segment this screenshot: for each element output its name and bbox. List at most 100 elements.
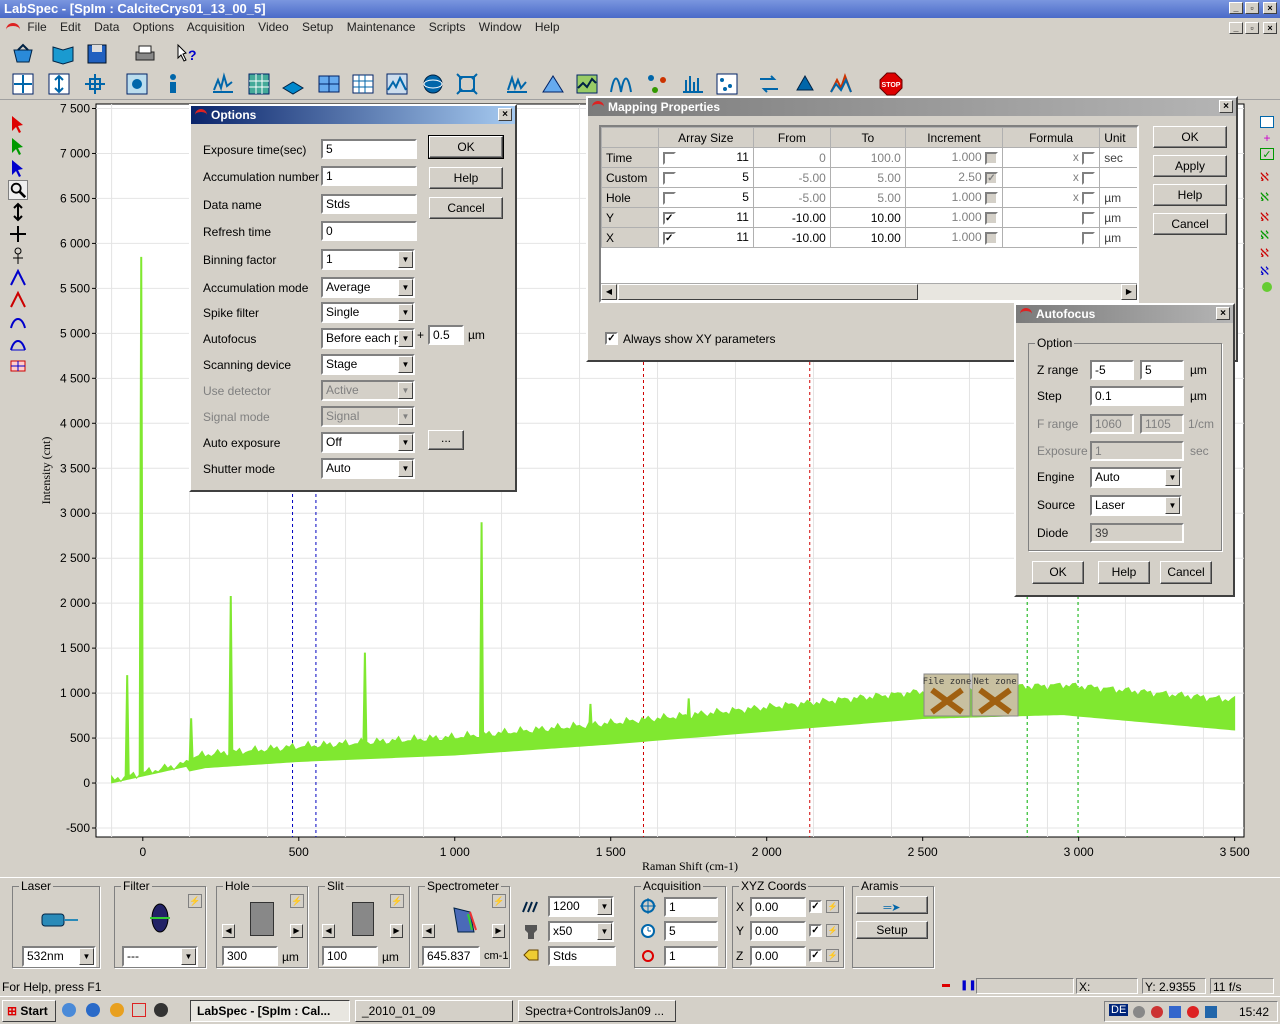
menu-options[interactable]: Options xyxy=(133,20,174,34)
row-formula[interactable] xyxy=(1001,227,1101,248)
mapping-ok-button[interactable]: OK xyxy=(1153,126,1227,148)
expand-frame-icon[interactable] xyxy=(454,71,480,97)
option-input-3[interactable]: 0 xyxy=(321,221,417,241)
menu-help[interactable]: Help xyxy=(535,20,560,34)
fit-red-3-icon[interactable]: ℵ xyxy=(1260,246,1276,260)
open-basket-icon[interactable] xyxy=(10,41,36,67)
sphere-icon[interactable] xyxy=(420,71,446,97)
options-close-button[interactable]: × xyxy=(498,108,512,121)
fit-blue-icon[interactable]: ℵ xyxy=(1260,264,1276,278)
spectrum-zoom-icon[interactable] xyxy=(210,71,236,97)
z-range-to-input[interactable]: 5 xyxy=(1140,360,1184,380)
app-menu-icon[interactable] xyxy=(6,23,20,31)
option-select-8[interactable]: Stage ▼ xyxy=(321,354,415,375)
grating-select[interactable]: 1200 ▼ xyxy=(548,896,614,917)
row-from[interactable]: -5.00 xyxy=(752,187,831,208)
mapping-hscrollbar[interactable]: ◀ ▶ xyxy=(601,283,1137,300)
context-help-icon[interactable]: ? xyxy=(174,41,200,67)
spectrum-peak[interactable] xyxy=(362,652,368,751)
mapping-row[interactable]: Hole 5 -5.00 5.00 1.000 x µm xyxy=(601,187,1137,208)
hole-decrease-button[interactable]: ◀ xyxy=(222,924,235,938)
row-array-size[interactable]: 11 xyxy=(657,147,754,168)
row-to[interactable]: 10.00 xyxy=(829,207,906,228)
quicklaunch-1-icon[interactable] xyxy=(62,1003,76,1017)
row-from[interactable]: 0 xyxy=(752,147,831,168)
scroll-right-button[interactable]: ▶ xyxy=(1121,284,1137,300)
formula-checkbox[interactable] xyxy=(1082,191,1096,205)
menu-file[interactable]: File xyxy=(27,20,46,34)
source-select[interactable]: Laser ▼ xyxy=(1090,495,1182,516)
auto-exposure-settings-button[interactable]: ... xyxy=(428,430,464,450)
option-input-2[interactable]: Stds xyxy=(321,194,417,214)
chevron-down-icon[interactable]: ▼ xyxy=(398,251,413,268)
media-icon[interactable] xyxy=(154,1003,168,1017)
overlay-icon[interactable] xyxy=(828,71,854,97)
map-cross-icon[interactable] xyxy=(10,71,36,97)
row-enable-checkbox[interactable] xyxy=(662,191,676,205)
pointer-green-icon[interactable] xyxy=(8,136,28,156)
pointer-red-icon[interactable] xyxy=(8,114,28,134)
aramis-setup-button[interactable]: Setup xyxy=(856,921,928,939)
tray-3-icon[interactable] xyxy=(1169,1006,1181,1018)
data-name-input[interactable]: Stds xyxy=(548,946,616,966)
formula-checkbox[interactable] xyxy=(1082,151,1096,165)
scroll-left-button[interactable]: ◀ xyxy=(601,284,617,300)
row-increment[interactable]: 2.50 ✓ xyxy=(904,167,1003,188)
move-cross-icon[interactable] xyxy=(8,224,28,244)
paint-icon[interactable] xyxy=(792,71,818,97)
filter-icon[interactable] xyxy=(150,902,170,934)
options-cancel-button[interactable]: Cancel xyxy=(429,197,503,219)
peak-marker-icon[interactable] xyxy=(8,268,28,288)
option-select-12[interactable]: Auto ▼ xyxy=(321,458,415,479)
step-input[interactable]: 0.1 xyxy=(1090,386,1184,406)
restore-button[interactable]: ▫ xyxy=(1245,2,1259,14)
mapping-cancel-button[interactable]: Cancel xyxy=(1153,213,1227,235)
spectro-increase-button[interactable]: ▶ xyxy=(492,924,505,938)
peak-marker-red-icon[interactable] xyxy=(8,290,28,310)
increment-lock-checkbox[interactable] xyxy=(984,151,998,165)
row-enable-checkbox[interactable] xyxy=(662,171,676,185)
mapping-close-button[interactable]: × xyxy=(1219,100,1233,113)
peak-search-icon[interactable] xyxy=(504,71,530,97)
row-formula[interactable]: x xyxy=(1001,187,1101,208)
options-ok-button[interactable]: OK xyxy=(428,135,504,159)
tray-2-icon[interactable] xyxy=(1151,1006,1163,1018)
row-formula[interactable]: x xyxy=(1001,167,1101,188)
spectrum-peak[interactable] xyxy=(228,595,234,760)
fit-red-2-icon[interactable]: ℵ xyxy=(1260,210,1276,224)
slit-increase-button[interactable]: ▶ xyxy=(390,924,403,938)
hole-increase-button[interactable]: ▶ xyxy=(290,924,303,938)
spectrum-peak[interactable] xyxy=(188,718,194,765)
menu-edit[interactable]: Edit xyxy=(60,20,81,34)
autofocus-close-button[interactable]: × xyxy=(1216,307,1230,320)
zoom-icon[interactable] xyxy=(8,180,28,200)
child-restore-button[interactable]: ▫ xyxy=(1245,22,1259,34)
tray-4-icon[interactable] xyxy=(1187,1006,1199,1018)
hole-input[interactable]: 300 xyxy=(222,946,278,966)
row-to[interactable]: 5.00 xyxy=(829,187,906,208)
mapping-row[interactable]: Y ✓ 11 -10.00 10.00 1.000 µm xyxy=(601,207,1137,228)
x-coord-input[interactable]: 0.00 xyxy=(750,897,806,917)
chevron-down-icon[interactable]: ▼ xyxy=(398,460,413,477)
spectrum-peak[interactable] xyxy=(124,675,130,779)
task-spectra[interactable]: Spectra+ControlsJan09 ... xyxy=(518,1000,676,1022)
row-from[interactable]: -5.00 xyxy=(752,167,831,188)
child-close-button[interactable]: × xyxy=(1263,22,1277,34)
table-grid-icon[interactable] xyxy=(350,71,376,97)
menu-scripts[interactable]: Scripts xyxy=(429,20,466,34)
hole-lightning-icon[interactable]: ⚡ xyxy=(290,894,304,908)
stage-icon[interactable] xyxy=(280,71,306,97)
acq-1-input[interactable]: 1 xyxy=(664,897,718,917)
row-increment[interactable]: 1.000 xyxy=(904,207,1003,228)
row-enable-checkbox[interactable]: ✓ xyxy=(662,231,676,245)
pointer-blue-icon[interactable] xyxy=(8,158,28,178)
filter-lightning-icon[interactable]: ⚡ xyxy=(188,894,202,908)
save-disk-icon[interactable] xyxy=(84,41,110,67)
grid-select-icon[interactable] xyxy=(8,356,28,376)
always-show-checkbox[interactable]: ✓ xyxy=(605,332,618,345)
increment-lock-checkbox[interactable] xyxy=(984,211,998,225)
layer-1-icon[interactable] xyxy=(1260,116,1274,128)
row-increment[interactable]: 1.000 xyxy=(904,147,1003,168)
print-icon[interactable] xyxy=(132,41,158,67)
formula-checkbox[interactable] xyxy=(1082,211,1096,225)
